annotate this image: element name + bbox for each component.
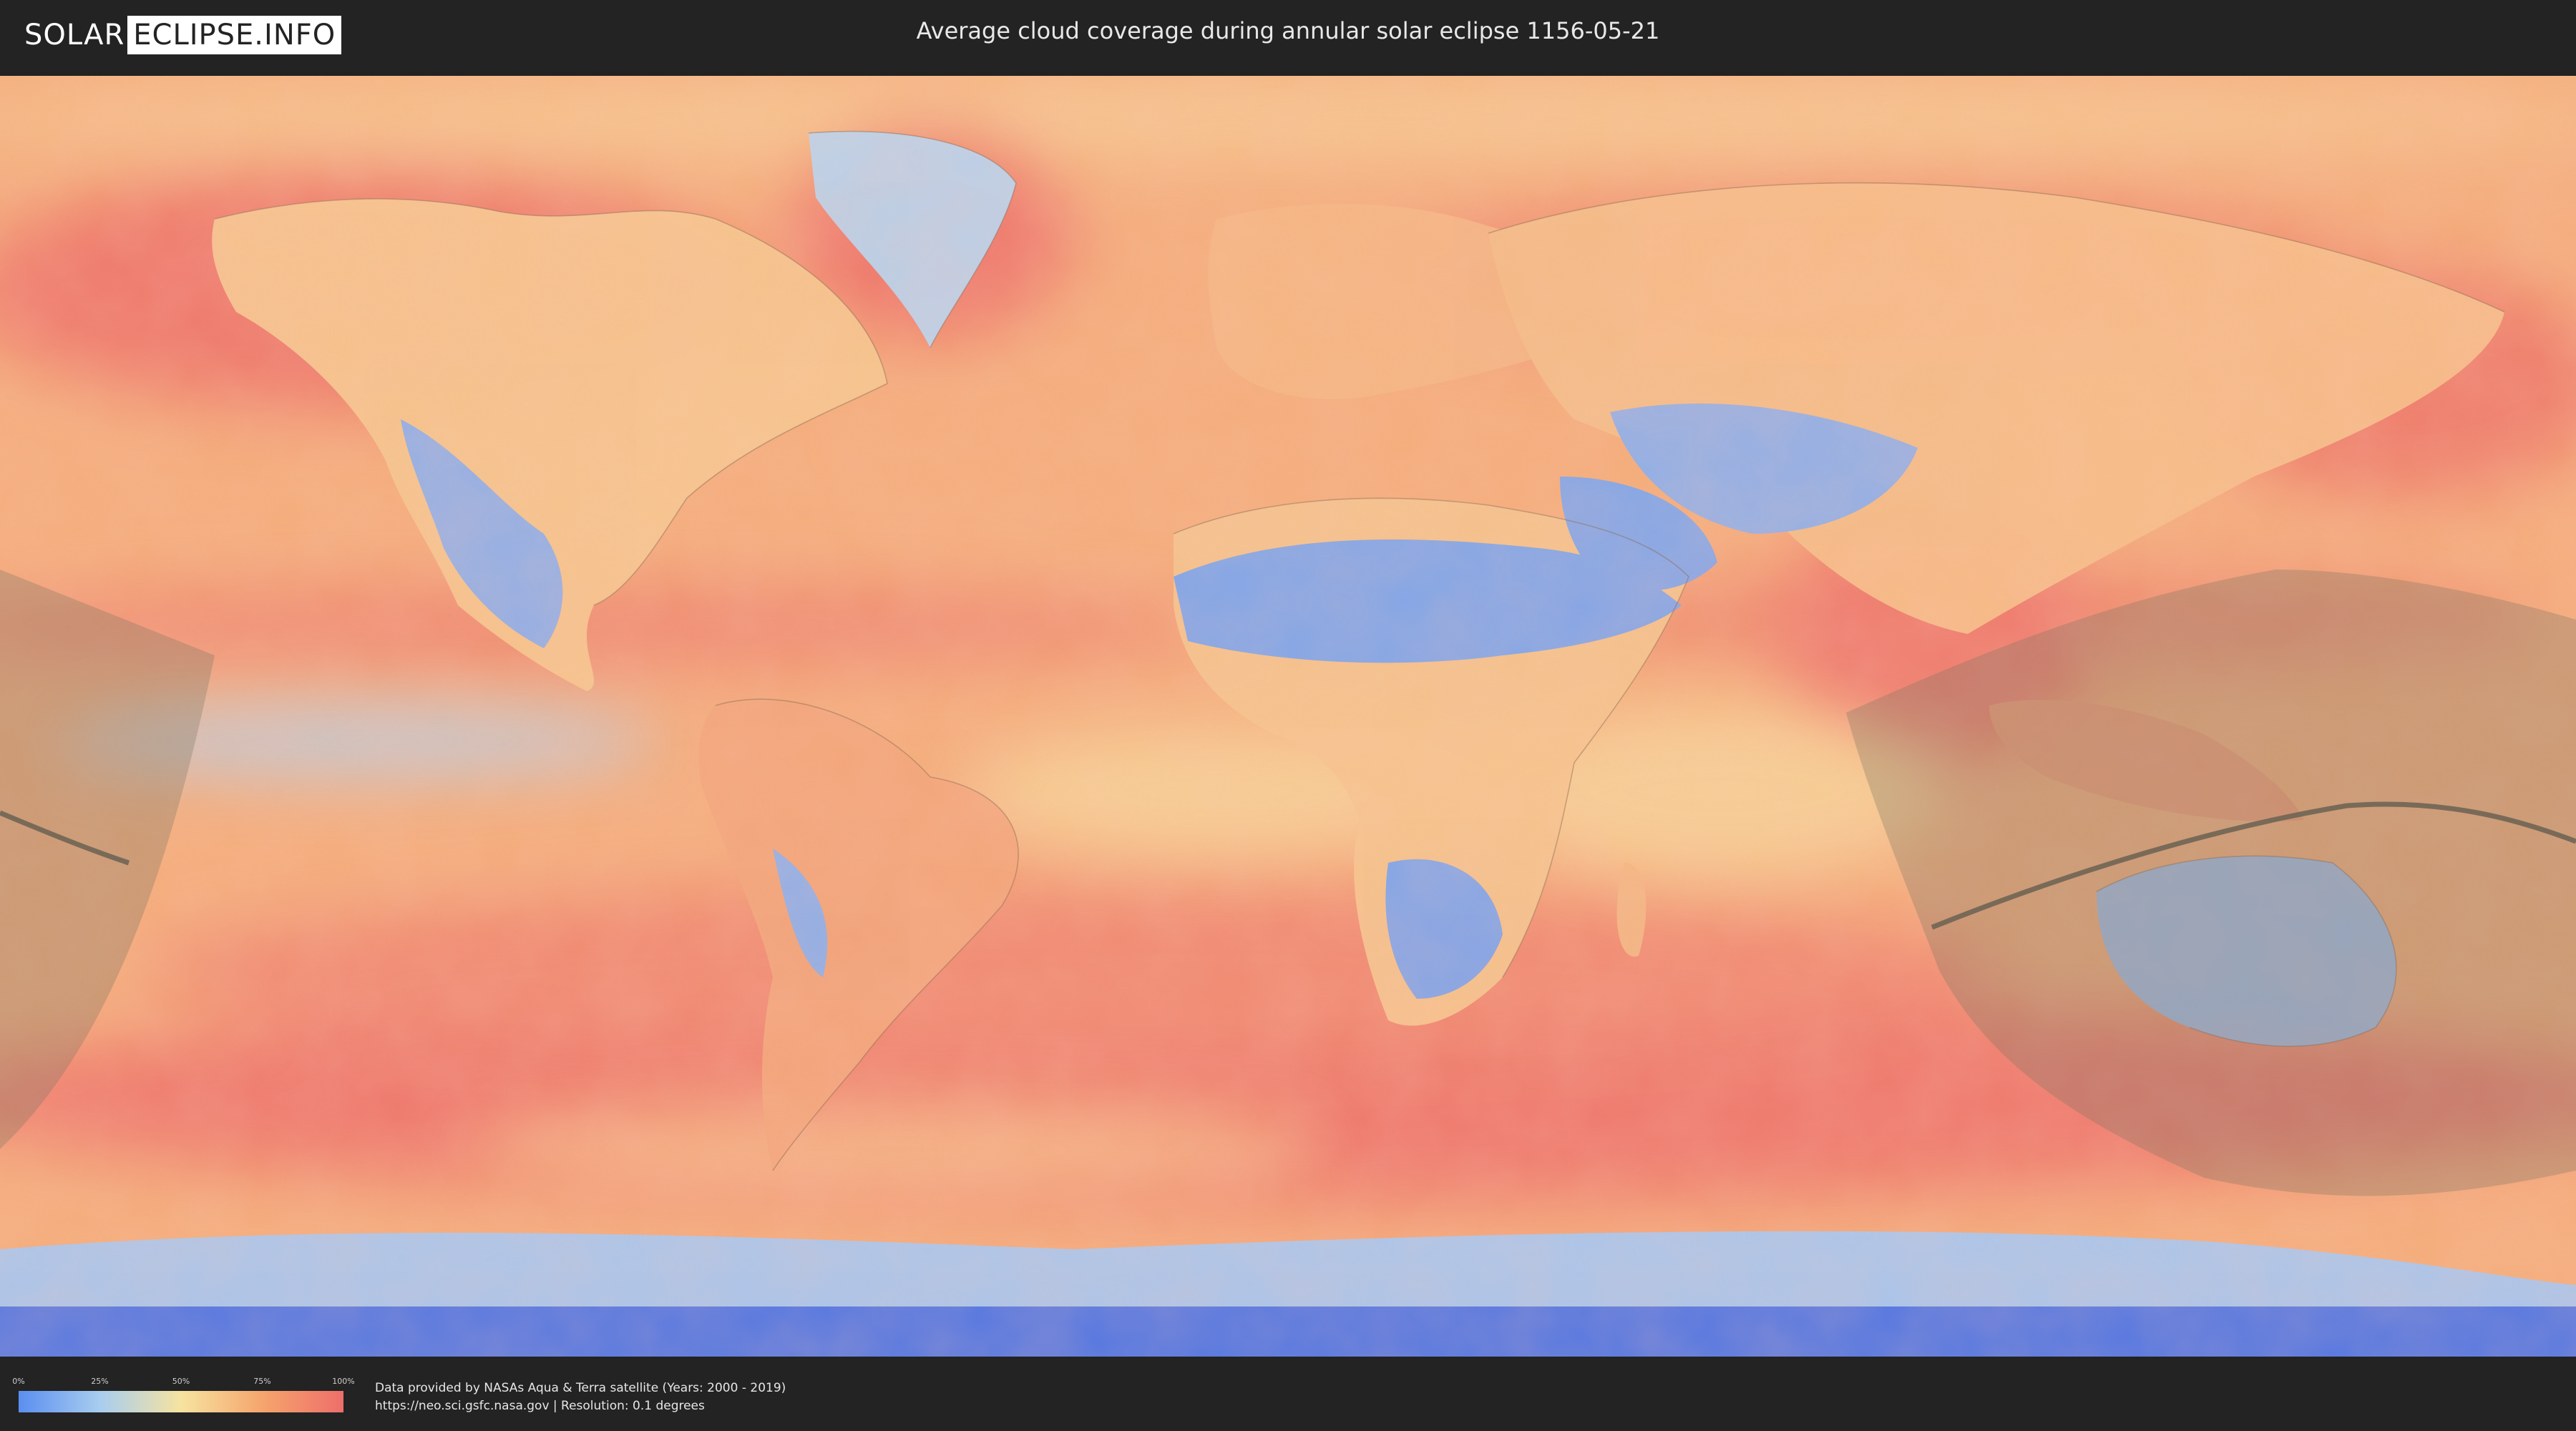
legend-color-scale: [19, 1391, 343, 1412]
header-bar: SOLAR ECLIPSE.INFO Average cloud coverag…: [0, 0, 2576, 72]
legend-tick-75: 75%: [253, 1377, 271, 1386]
legend-tick-0: 0%: [12, 1377, 25, 1386]
legend-tick-25: 25%: [91, 1377, 109, 1386]
cloud-coverage-map: [0, 76, 2576, 1357]
page-title: Average cloud coverage during annular so…: [916, 17, 1660, 44]
data-credits: Data provided by NASAs Aqua & Terra sate…: [375, 1379, 786, 1415]
legend-tick-50: 50%: [172, 1377, 190, 1386]
credit-line-url: https://neo.sci.gsfc.nasa.gov | Resoluti…: [375, 1399, 705, 1413]
credit-line-source: Data provided by NASAs Aqua & Terra sate…: [375, 1381, 786, 1395]
footer-bar: 0% 25% 50% 75% 100% Data provided by NAS…: [0, 1359, 2576, 1431]
legend-tick-labels: 0% 25% 50% 75% 100%: [12, 1377, 354, 1387]
legend-tick-100: 100%: [332, 1377, 355, 1386]
map-svg: [0, 76, 2576, 1357]
